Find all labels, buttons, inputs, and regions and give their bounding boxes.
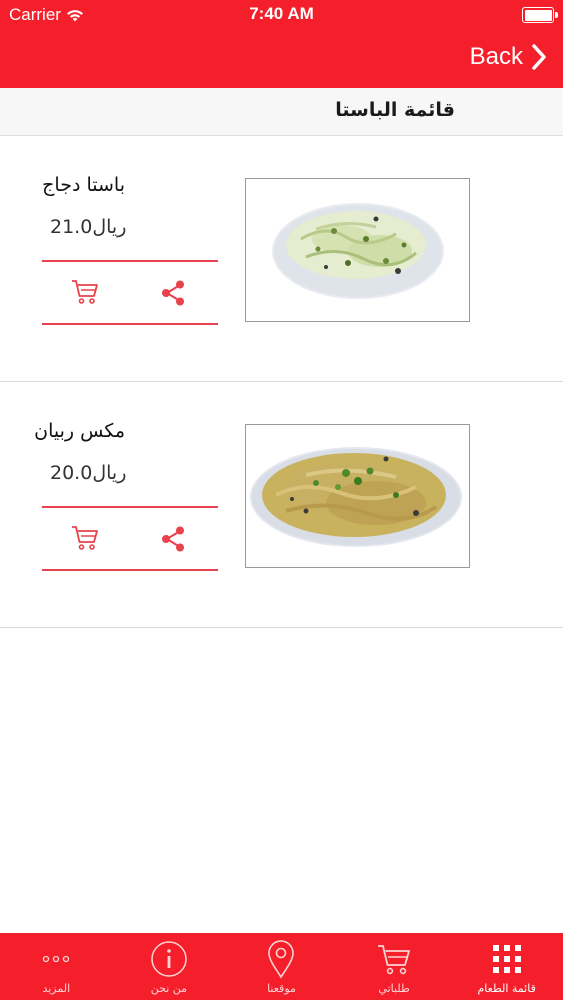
- more-dots-icon: [36, 939, 76, 979]
- item-image[interactable]: [245, 178, 470, 322]
- tab-about[interactable]: من نحن: [113, 933, 226, 1000]
- cart-icon: [374, 939, 414, 979]
- tab-orders[interactable]: طلباتي: [338, 933, 451, 1000]
- share-button[interactable]: [158, 278, 190, 308]
- add-to-cart-button[interactable]: [70, 524, 102, 554]
- item-name: باستا دجاج: [42, 174, 125, 196]
- tab-label: من نحن: [150, 982, 188, 995]
- battery-icon: [522, 7, 558, 23]
- item-name: مكس ربيان: [34, 420, 125, 442]
- item-price: 21.0 ريال: [50, 216, 126, 238]
- price-value: 20.0: [50, 462, 93, 484]
- bottom-tab-bar: المزيد من نحن موقعنا طلباتي قائمة الطعام: [0, 933, 563, 1000]
- location-pin-icon: [261, 939, 301, 979]
- item-actions: [42, 506, 218, 571]
- status-bar: Carrier 7:40 AM: [0, 0, 563, 30]
- cart-icon: [72, 280, 98, 304]
- item-image[interactable]: [245, 424, 470, 568]
- info-icon: [149, 939, 189, 979]
- menu-item-card: مكس ربيان 20.0 ريال: [0, 382, 563, 628]
- tab-label: المزيد: [42, 982, 71, 995]
- tab-label: موقعنا: [267, 982, 296, 995]
- tab-location[interactable]: موقعنا: [225, 933, 338, 1000]
- category-header: قائمة الباستا: [0, 88, 563, 136]
- add-to-cart-button[interactable]: [70, 278, 102, 308]
- status-time: 7:40 AM: [249, 4, 314, 23]
- tab-label: قائمة الطعام: [477, 982, 536, 995]
- shrimp-mix-photo: [250, 447, 462, 547]
- tab-food-menu[interactable]: قائمة الطعام: [450, 933, 563, 1000]
- share-icon: [162, 526, 184, 552]
- item-price: 20.0 ريال: [50, 462, 126, 484]
- price-currency: ريال: [92, 216, 127, 238]
- tab-more[interactable]: المزيد: [0, 933, 113, 1000]
- tab-label: طلباتي: [378, 982, 410, 995]
- grid-icon: [487, 939, 527, 979]
- cart-icon: [72, 526, 98, 550]
- chevron-right-icon: [532, 44, 546, 70]
- pasta-chicken-photo: [272, 203, 444, 299]
- back-button[interactable]: Back: [470, 40, 547, 74]
- share-icon: [162, 280, 184, 306]
- page-title: قائمة الباستا: [335, 99, 455, 121]
- app-header: Carrier 7:40 AM Back: [0, 0, 563, 88]
- price-value: 21.0: [50, 216, 93, 238]
- share-button[interactable]: [158, 524, 190, 554]
- price-currency: ريال: [92, 462, 127, 484]
- item-actions: [42, 260, 218, 325]
- back-label: Back: [469, 43, 523, 70]
- menu-item-card: باستا دجاج 21.0 ريال: [0, 136, 563, 382]
